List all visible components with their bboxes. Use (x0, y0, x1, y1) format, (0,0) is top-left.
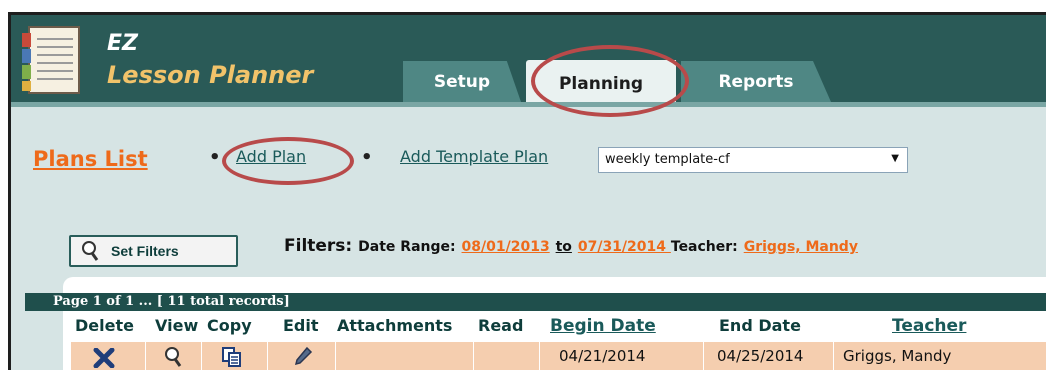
cell-separator (833, 342, 834, 370)
col-read: Read (478, 316, 524, 335)
set-filters-button[interactable]: Set Filters (69, 235, 238, 267)
col-teacher[interactable]: Teacher (892, 316, 966, 336)
col-copy: Copy (207, 316, 252, 335)
cell-separator (201, 342, 202, 370)
copy-icon[interactable] (221, 346, 243, 368)
cell-separator (145, 342, 146, 370)
teacher-label: Teacher: (670, 239, 738, 255)
filters-title: Filters: (284, 236, 353, 256)
magnifier-icon (82, 241, 99, 261)
teacher-cell: Griggs, Mandy (843, 347, 952, 365)
col-attachments: Attachments (337, 316, 453, 335)
filters-summary: Filters: Date Range: 08/01/2013 to 07/31… (284, 236, 858, 256)
page-info-bar: Page 1 of 1 ... [ 11 total records] (25, 293, 1046, 311)
table-row: 04/21/2014 04/25/2014 Griggs, Mandy (71, 342, 1046, 370)
cell-separator (703, 342, 704, 370)
header-divider (11, 102, 1046, 107)
separator-bullet: • (209, 147, 221, 168)
end-date-cell: 04/25/2014 (717, 347, 804, 365)
separator-bullet: • (361, 147, 373, 168)
pencil-icon[interactable] (293, 346, 313, 368)
annotation-circle-planning (531, 45, 689, 117)
cell-separator (335, 342, 336, 370)
template-select-value: weekly template-cf (605, 152, 730, 167)
app-frame: EZ Lesson Planner Setup Planning Reports… (8, 12, 1046, 370)
date-to-link[interactable]: 07/31/2014 (578, 239, 671, 255)
header: EZ Lesson Planner Setup Planning Reports (11, 15, 1046, 107)
dropdown-arrow-icon: ▼ (891, 153, 899, 164)
cell-separator (473, 342, 474, 370)
x-icon[interactable] (93, 348, 115, 368)
template-select[interactable]: weekly template-cf ▼ (598, 147, 908, 173)
add-template-plan-link[interactable]: Add Template Plan (400, 147, 548, 166)
date-range-label: Date Range: (358, 239, 456, 255)
notebook-icon (22, 26, 80, 94)
date-from-link[interactable]: 08/01/2013 (462, 239, 550, 255)
col-end-date: End Date (719, 316, 801, 335)
tab-reports[interactable]: Reports (681, 61, 831, 102)
col-delete: Delete (75, 316, 134, 335)
col-begin-date[interactable]: Begin Date (550, 316, 656, 336)
brand-lesson-planner: Lesson Planner (107, 61, 314, 89)
teacher-link[interactable]: Griggs, Mandy (744, 239, 858, 255)
col-edit: Edit (283, 316, 319, 335)
table-header: Delete View Copy Edit Attachments Read B… (75, 316, 1046, 340)
cell-separator (267, 342, 268, 370)
col-view: View (155, 316, 199, 335)
tab-setup[interactable]: Setup (403, 61, 521, 102)
begin-date-cell: 04/21/2014 (559, 347, 646, 365)
annotation-circle-add-plan (222, 137, 354, 185)
magnifier-icon[interactable] (163, 346, 183, 368)
date-to-word: to (555, 239, 572, 255)
set-filters-label: Set Filters (111, 243, 179, 259)
plans-list-link[interactable]: Plans List (33, 147, 148, 171)
cell-separator (539, 342, 540, 370)
brand-ez: EZ (107, 31, 138, 56)
